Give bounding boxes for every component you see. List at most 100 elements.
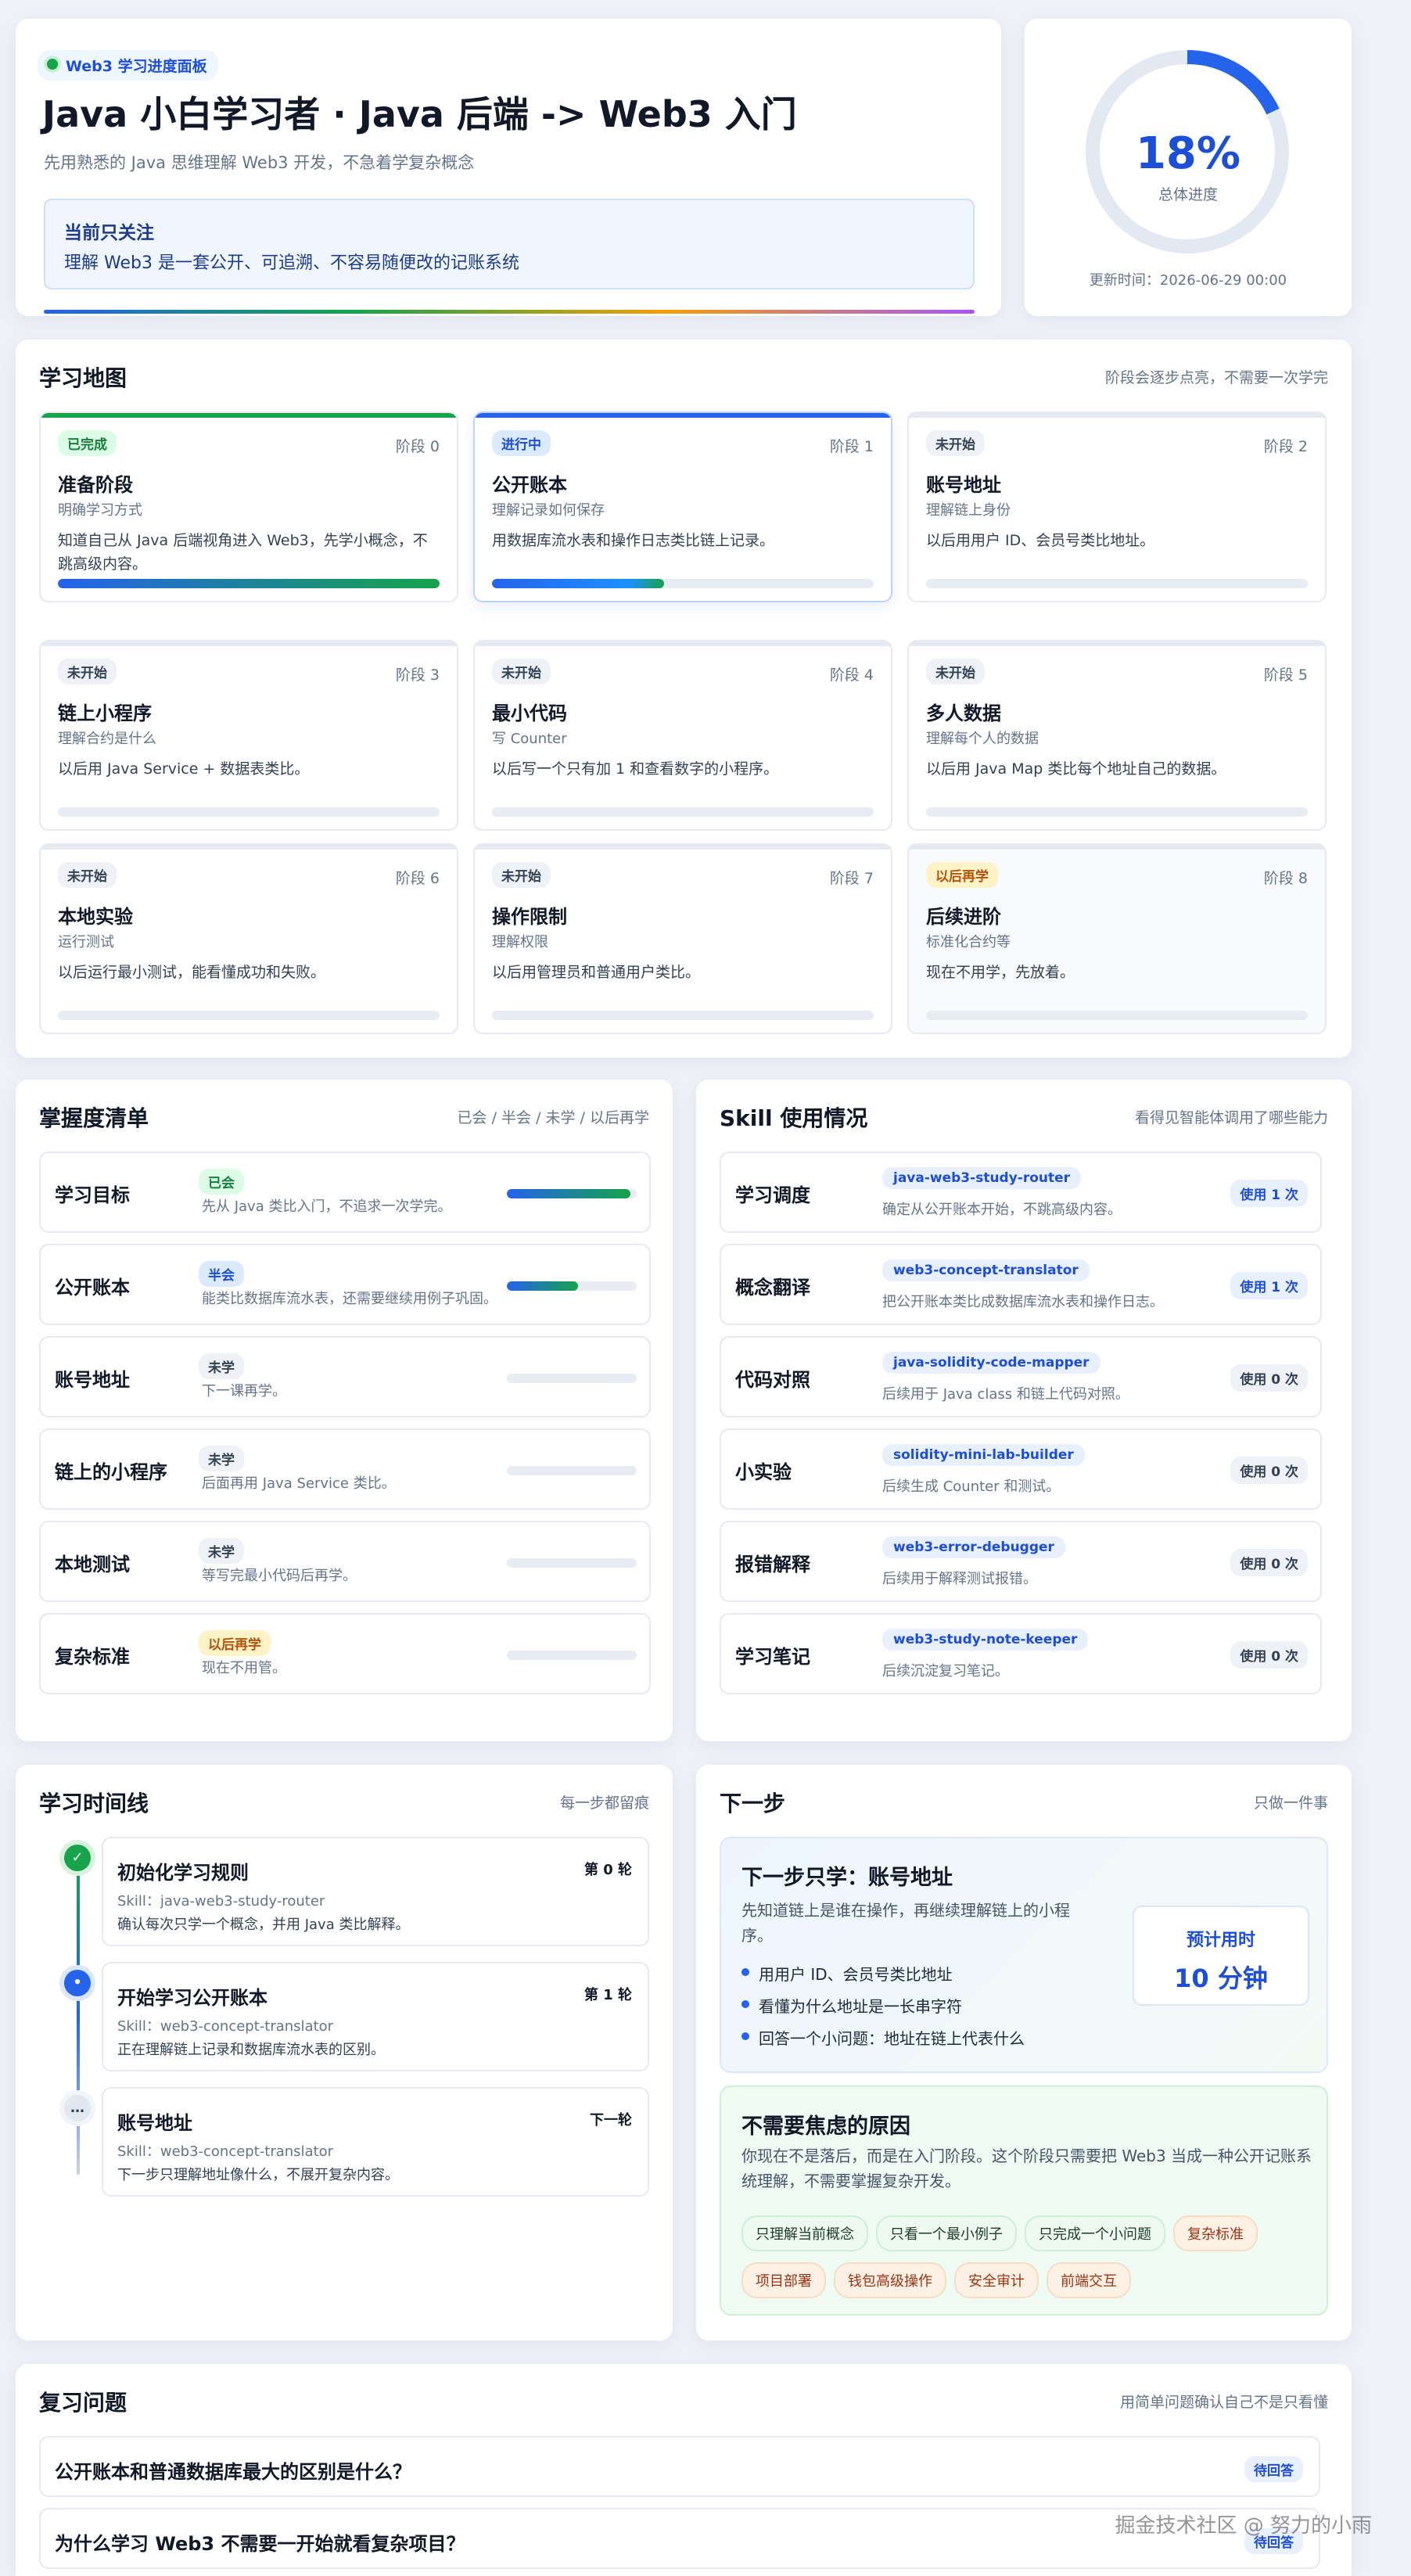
learning-map-title: 学习地图 [39, 365, 127, 391]
timeline-desc: 确认每次只学一个概念，并用 Java 类比解释。 [117, 1917, 410, 1933]
mastery-progress-bar [507, 1558, 637, 1568]
calm-title: 不需要焦虑的原因 [741, 2114, 910, 2139]
next-bullet-text: 用用户 ID、会员号类比地址 [759, 1965, 953, 1984]
skill-name: 概念翻译 [735, 1277, 810, 1299]
skills-title: Skill 使用情况 [720, 1105, 868, 1131]
dashboard-tag-label: Web3 学习进度面板 [66, 58, 207, 75]
mastery-title: 掌握度清单 [39, 1105, 149, 1131]
stage-progress-fill [58, 579, 440, 588]
stage-description: 以后用 Java Map 类比每个地址自己的数据。 [926, 760, 1226, 778]
stage-number: 阶段 2 [1263, 438, 1308, 455]
stage-top-accent [909, 641, 1325, 646]
stage-subtitle: 理解记录如何保存 [492, 502, 605, 519]
time-label: 预计用时 [1186, 1931, 1255, 1950]
mastery-card: 掌握度清单 已会 / 半会 / 未学 / 以后再学 学习目标 已会 先从 Java … [16, 1080, 673, 1741]
stage-number: 阶段 7 [829, 870, 874, 887]
stage-number: 阶段 5 [1263, 666, 1308, 684]
stage-title: 公开账本 [492, 474, 567, 496]
stage-number: 阶段 0 [395, 438, 440, 455]
skill-row: 报错解释 web3-error-debugger 后续用于解释测试报错。 使用 0 次 [720, 1521, 1322, 1602]
stage-number: 阶段 1 [829, 438, 874, 455]
stage-title: 后续进阶 [926, 906, 1001, 928]
skip-chip: 钱包高级操作 [834, 2262, 946, 2298]
review-question-text: 公开账本和普通数据库最大的区别是什么？ [55, 2461, 411, 2483]
calm-panel: 不需要焦虑的原因 你现在不是落后，而是在入门阶段。这个阶段只需要把 Web3 当… [720, 2086, 1328, 2316]
stage-card[interactable]: 未开始 阶段 6 本地实验 运行测试 以后运行最小测试，能看懂成功和失败。 [39, 843, 458, 1034]
stage-progress-fill [492, 579, 664, 588]
mastery-item-name: 本地测试 [55, 1554, 130, 1575]
timeline-skill: Skill：web3-concept-translator [117, 2018, 334, 2035]
mastery-item-desc: 先从 Java 类比入门，不追求一次学完。 [202, 1198, 452, 1215]
timeline-item: 账号地址 下一轮 Skill：web3-concept-translator 下一步只… [102, 2087, 649, 2197]
ellipsis-icon: … [64, 2095, 91, 2122]
header-card: Web3 学习进度面板 Java 小白学习者 · Java 后端 -> Web3… [16, 19, 1001, 316]
stage-card[interactable]: 未开始 阶段 5 多人数据 理解每个人的数据 以后用 Java Map 类比每个地址自己… [907, 640, 1327, 831]
skill-row: 小实验 solidity-mini-lab-builder 后续生成 Counter… [720, 1428, 1322, 1510]
page-title: Java 小白学习者 · Java 后端 -> Web3 入门 [42, 93, 797, 135]
mastery-status-badge: 未学 [199, 1538, 244, 1564]
stage-status-badge: 以后再学 [926, 862, 998, 888]
stage-card[interactable]: 未开始 阶段 3 链上小程序 理解合约是什么 以后用 Java Service + 数据… [39, 640, 458, 831]
mastery-item-desc: 现在不用管。 [202, 1660, 286, 1676]
stage-progress-bar [58, 807, 440, 817]
stage-subtitle: 写 Counter [492, 731, 567, 747]
skill-name: 学习调度 [735, 1184, 810, 1206]
skill-name: 代码对照 [735, 1369, 810, 1391]
stage-description: 现在不用学，先放着。 [926, 964, 1075, 981]
stage-card[interactable]: 已完成 阶段 0 准备阶段 明确学习方式 知道自己从 Java 后端视角进入 Web3，… [39, 411, 458, 602]
stage-progress-bar [58, 579, 440, 588]
stage-title: 最小代码 [492, 702, 567, 724]
mastery-progress-bar [507, 1374, 637, 1383]
stage-progress-bar [58, 1011, 440, 1020]
mastery-item-name: 链上的小程序 [55, 1461, 167, 1483]
stage-card[interactable]: 以后再学 阶段 8 后续进阶 标准化合约等 现在不用学，先放着。 [907, 843, 1327, 1034]
timeline-round: 第 1 轮 [583, 1987, 632, 2003]
stage-subtitle: 明确学习方式 [58, 502, 142, 519]
skill-name: 小实验 [735, 1461, 792, 1483]
stage-progress-bar [492, 1011, 874, 1020]
mastery-progress-bar [507, 1281, 637, 1291]
skip-chip: 安全审计 [954, 2262, 1039, 2298]
skill-desc: 后续生成 Counter 和测试。 [882, 1478, 1061, 1495]
progress-label: 总体进度 [1158, 186, 1218, 203]
next-focus-panel: 下一步只学：账号地址 先知道链上是谁在操作，再继续理解链上的小程序。 用用户 I… [720, 1837, 1328, 2073]
timeline-line [77, 1862, 80, 2175]
timeline-skill: Skill：java-web3-study-router [117, 1893, 325, 1910]
stage-top-accent [909, 845, 1325, 850]
mastery-row: 公开账本 半会 能类比数据库流水表，还需要继续用例子巩固。 [39, 1244, 651, 1325]
learning-map-hint: 阶段会逐步点亮，不需要一次学完 [1104, 369, 1328, 386]
stage-number: 阶段 3 [395, 666, 440, 684]
stage-card[interactable]: 未开始 阶段 4 最小代码写 Counter 以后写一个只有加 1 和查看数字的小程序… [473, 640, 892, 831]
timeline-round: 第 0 轮 [583, 1862, 632, 1878]
bullet-dot-icon [741, 2032, 749, 2040]
stage-status-badge: 未开始 [926, 430, 985, 456]
bullet-dot-icon [741, 2000, 749, 2008]
skill-row: 概念翻译 web3-concept-translator 把公开账本类比成数据库流水… [720, 1244, 1322, 1325]
next-step-card: 下一步 只做一件事 下一步只学：账号地址 先知道链上是谁在操作，再继续理解链上的… [696, 1765, 1352, 2341]
skip-chip: 前端交互 [1047, 2262, 1131, 2298]
timeline-item: 开始学习公开账本 第 1 轮 Skill：web3-concept-translat… [102, 1962, 649, 2071]
skill-desc: 后续用于解释测试报错。 [882, 1571, 1037, 1587]
next-step-title: 下一步 [720, 1791, 786, 1816]
mastery-progress-fill [507, 1189, 630, 1198]
mastery-hint: 已会 / 半会 / 未学 / 以后再学 [457, 1109, 649, 1126]
stage-subtitle: 理解权限 [492, 934, 548, 950]
skill-desc: 后续用于 Java class 和链上代码对照。 [882, 1386, 1129, 1403]
review-question-row[interactable]: 公开账本和普通数据库最大的区别是什么？ 待回答 [39, 2436, 1320, 2497]
stage-number: 阶段 8 [1263, 870, 1308, 887]
stage-card[interactable]: 未开始 阶段 7 操作限制 理解权限 以后用管理员和普通用户类比。 [473, 843, 892, 1034]
mastery-item-name: 公开账本 [55, 1277, 130, 1299]
stage-description: 以后用管理员和普通用户类比。 [492, 964, 701, 981]
review-title: 复习问题 [39, 2390, 127, 2416]
mastery-status-badge: 以后再学 [199, 1630, 271, 1656]
skill-id-tag: solidity-mini-lab-builder [882, 1444, 1085, 1466]
focus-chip: 只看一个最小例子 [876, 2215, 1017, 2251]
progress-card: 18% 总体进度 更新时间：2026-06-29 00:00 [1025, 19, 1352, 316]
stage-top-accent [41, 845, 457, 850]
bullet-dot-icon [741, 1968, 749, 1976]
skill-usage-count: 使用 0 次 [1230, 1457, 1308, 1484]
stage-card[interactable]: 未开始 阶段 2 账号地址 理解链上身份 以后用用户 ID、会员号类比地址。 [907, 411, 1327, 602]
stage-card[interactable]: 进行中 阶段 1 公开账本 理解记录如何保存 用数据库流水表和操作日志类比链上记录。 [473, 411, 892, 602]
mastery-item-name: 学习目标 [55, 1184, 130, 1206]
mastery-row: 本地测试 未学 等写完最小代码后再学。 [39, 1521, 651, 1602]
